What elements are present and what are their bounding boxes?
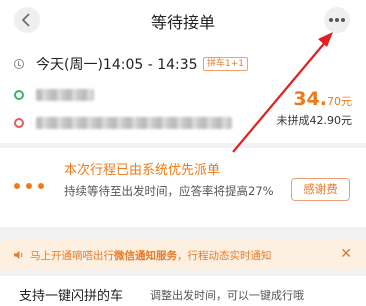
origin-row — [0, 84, 260, 106]
more-options-button[interactable] — [324, 7, 350, 33]
notice-text: 马上开通嘀嗒出行微信通知服务，行程动态实时通知 — [30, 250, 272, 262]
trip-info-card: 今天(周一)14:05 - 14:35 拼车1+1 34.70元 未拼成42.9… — [0, 40, 366, 143]
thanks-fee-button[interactable]: 感谢费 — [291, 178, 350, 201]
page-title: 等待接单 — [150, 13, 215, 32]
dispatch-status-card: 本次行程已由系统优先派单 持续等待至出发时间，应答率将提高27% 感谢费 — [0, 148, 366, 227]
top-nav-bar: 等待接单 — [0, 0, 366, 40]
carpool-tag: 拼车1+1 — [203, 57, 248, 71]
close-icon[interactable]: ✕ — [340, 246, 352, 262]
origin-address-blurred — [36, 89, 94, 101]
origin-dot-icon — [14, 90, 24, 100]
destination-address-blurred — [36, 117, 232, 129]
speaker-icon — [14, 251, 23, 259]
no-carpool-price: 未拼成42.90元 — [276, 114, 353, 127]
more-horizontal-icon — [329, 18, 333, 22]
destination-row — [0, 112, 290, 134]
trip-time: 今天(周一)14:05 - 14:35 — [36, 57, 198, 73]
wechat-notice-bar[interactable]: 马上开通嘀嗒出行微信通知服务，行程动态实时通知 ✕ — [0, 240, 366, 270]
dispatch-description: 持续等待至出发时间，应答率将提高27% — [64, 184, 274, 198]
price: 34.70元 — [293, 88, 352, 110]
trip-time-row: 今天(周一)14:05 - 14:35 拼车1+1 — [0, 53, 366, 75]
clock-icon — [14, 59, 24, 69]
price-unit: 70元 — [327, 95, 352, 108]
destination-dot-icon — [14, 118, 24, 128]
dispatch-title: 本次行程已由系统优先派单 — [64, 163, 221, 178]
quick-carpool-description: 调整出发时间，可以一键成行哦 — [150, 289, 304, 302]
quick-carpool-section: 支持一键闪拼的车 调整出发时间，可以一键成行哦 — [0, 276, 366, 306]
quick-carpool-title: 支持一键闪拼的车 — [19, 289, 124, 304]
price-value: 34. — [293, 88, 327, 110]
